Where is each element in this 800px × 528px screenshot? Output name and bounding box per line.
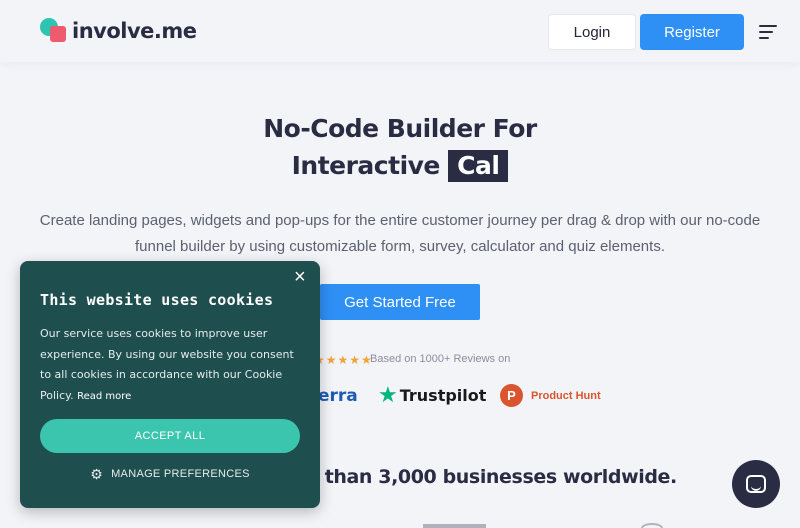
hero-title-line-1: No-Code Builder For [263, 114, 537, 143]
site-header: involve.me Login Register [0, 0, 800, 62]
hero-title-prefix: Interactive [291, 151, 441, 180]
trustpilot-logo[interactable]: ★ Trustpilot [378, 384, 486, 406]
trustpilot-star-icon: ★ [378, 382, 398, 407]
manage-preferences-button[interactable]: ⚙ MANAGE PREFERENCES [40, 464, 300, 484]
register-button[interactable]: Register [640, 14, 744, 50]
close-icon[interactable]: × [294, 267, 306, 287]
cookie-title: This website uses cookies [40, 291, 274, 309]
manage-preferences-label: MANAGE PREFERENCES [111, 468, 250, 480]
get-started-free-button[interactable]: Get Started Free [320, 284, 480, 320]
customer-logo-partial [641, 523, 663, 528]
cookie-consent-panel: × This website uses cookies Our service … [20, 261, 320, 508]
hero-rotating-word: Cal [448, 150, 509, 182]
accept-all-button[interactable]: ACCEPT ALL [40, 419, 300, 453]
customer-logo-partial [423, 524, 486, 528]
product-hunt-logo[interactable]: P Product Hunt [500, 384, 601, 407]
hero-subtitle: Create landing pages, widgets and pop-up… [39, 212, 761, 255]
product-hunt-label: Product Hunt [531, 389, 601, 402]
rating-stars-icon: ★★★★★ [314, 353, 373, 367]
login-button[interactable]: Login [548, 14, 636, 50]
chat-icon [746, 475, 766, 493]
trusted-by-heading: e than 3,000 businesses worldwide. [306, 466, 677, 488]
hero-title-line-2: Interactive Cal [0, 150, 800, 182]
involve-me-logo[interactable]: involve.me [40, 18, 197, 44]
trustpilot-label: Trustpilot [399, 385, 487, 405]
product-hunt-badge-icon: P [500, 384, 523, 407]
capterra-logo[interactable]: erra [318, 386, 358, 406]
reviews-text: Based on 1000+ Reviews on [370, 353, 511, 365]
logo-mark-icon [40, 18, 68, 44]
logo-text: involve.me [72, 19, 197, 43]
gear-icon: ⚙ [90, 465, 104, 482]
chat-launcher-button[interactable] [732, 460, 780, 508]
read-more-link[interactable]: Read more [77, 391, 131, 402]
hamburger-menu-icon[interactable] [759, 25, 777, 39]
cookie-body: Our service uses cookies to improve user… [40, 324, 305, 407]
